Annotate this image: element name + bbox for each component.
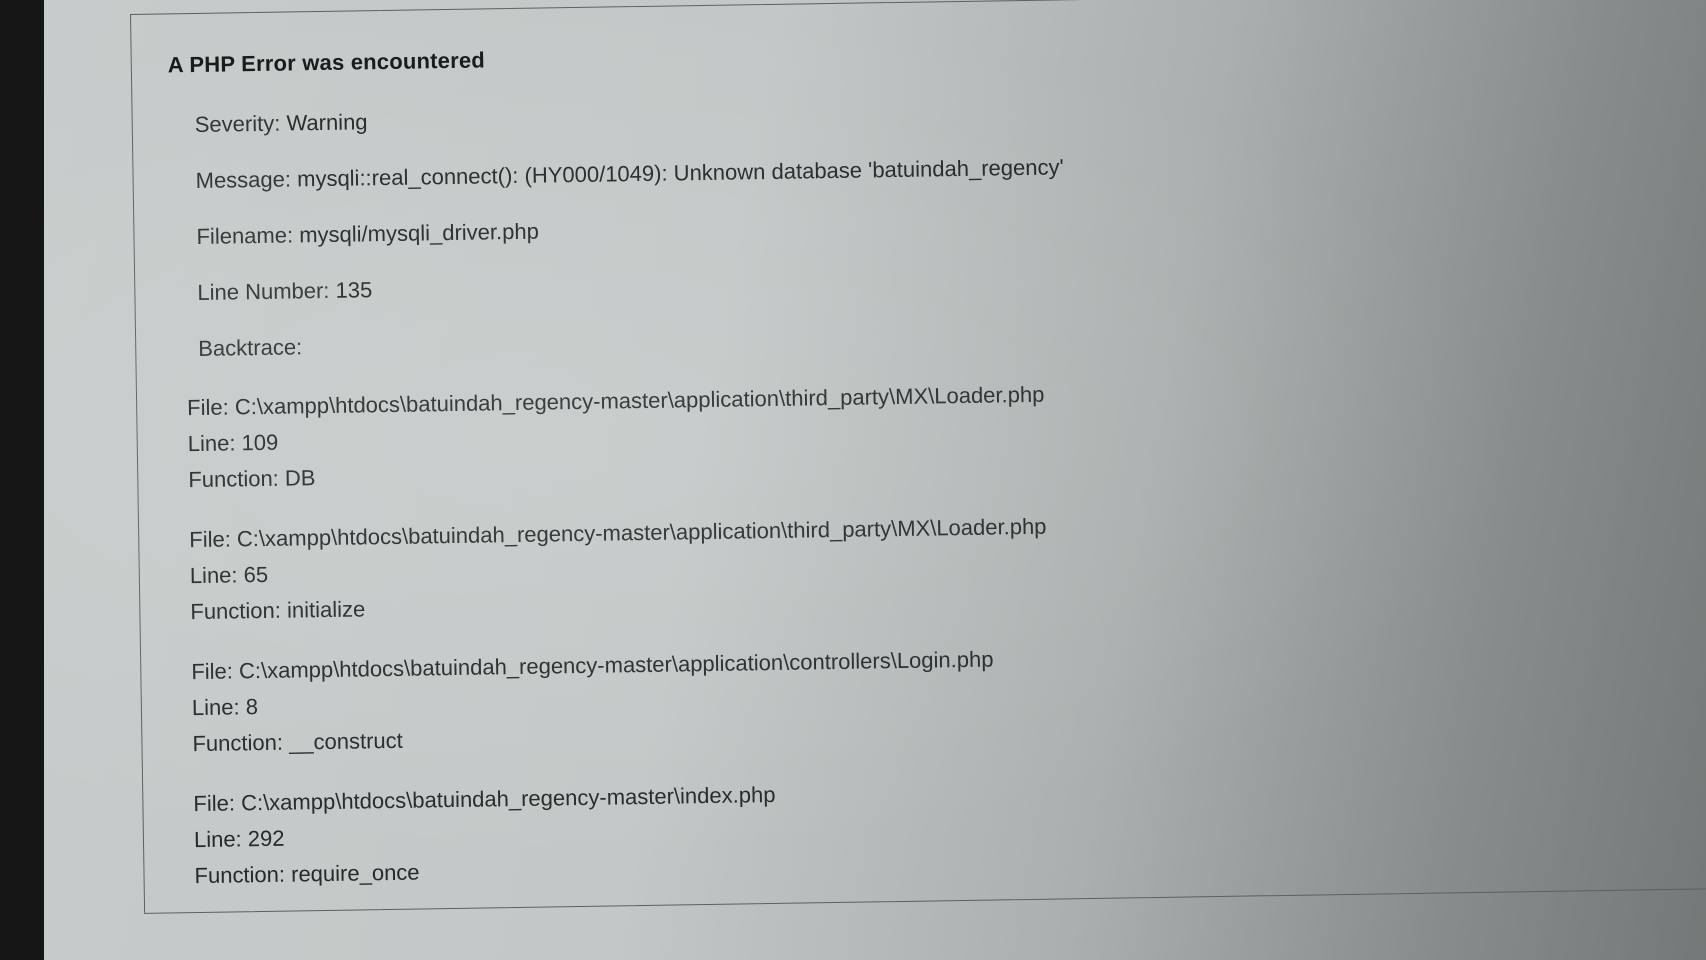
backtrace-frame: File: C:\xampp\htdocs\batuindah_regency-… — [191, 629, 1706, 762]
backtrace-frame: File: C:\xampp\htdocs\batuindah_regency-… — [193, 761, 1706, 894]
severity-label: Severity: — [194, 110, 281, 137]
php-error-panel: A PHP Error was encountered Severity: Wa… — [130, 0, 1706, 914]
message-label: Message: — [195, 166, 292, 193]
line-number-row: Line Number: 135 — [197, 255, 1706, 306]
severity-row: Severity: Warning — [195, 87, 1706, 138]
backtrace-frame: File: C:\xampp\htdocs\batuindah_regency-… — [187, 365, 1706, 498]
line-number-label: Line Number: — [197, 277, 330, 305]
monitor-screen: A PHP Error was encountered Severity: Wa… — [44, 0, 1706, 960]
line-number-value: 135 — [335, 277, 373, 303]
backtrace-label: Backtrace: — [198, 334, 303, 361]
filename-value: mysqli/mysqli_driver.php — [299, 218, 540, 248]
message-row: Message: mysqli::real_connect(): (HY000/… — [195, 143, 1706, 194]
backtrace-frame: File: C:\xampp\htdocs\batuindah_regency-… — [189, 497, 1706, 630]
filename-row: Filename: mysqli/mysqli_driver.php — [196, 199, 1706, 250]
error-title: A PHP Error was encountered — [167, 47, 486, 78]
severity-value: Warning — [286, 109, 368, 136]
filename-label: Filename: — [196, 222, 294, 249]
message-value: mysqli::real_connect(): (HY000/1049): Un… — [296, 154, 1064, 192]
